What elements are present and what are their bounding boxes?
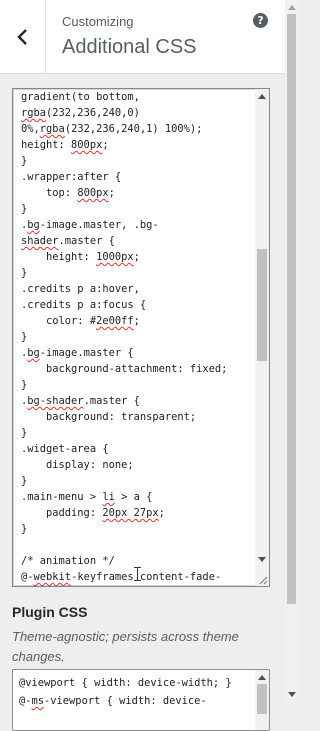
plugin-editor-scroll-thumb[interactable]: [257, 684, 267, 714]
code-line: background-attachment: fixed;: [21, 363, 228, 375]
code-line: display: none;: [21, 459, 134, 471]
code-line: @-ms-viewport { width: device-: [19, 695, 207, 707]
code-line: @viewport { width: device-width; }: [19, 677, 232, 689]
chevron-left-icon: [16, 28, 27, 45]
panel-scroll-thumb[interactable]: [287, 14, 296, 604]
code-line: height: 800px;: [21, 139, 109, 151]
code-line: .widget-area {: [21, 443, 109, 455]
code-line: .credits p a:focus {: [21, 299, 147, 311]
scroll-up-arrow-icon[interactable]: [288, 5, 296, 10]
plugin-editor-scrollbar[interactable]: [255, 670, 269, 730]
additional-css-editor[interactable]: gradient(to bottom, rgba(232,236,240,0) 0%…: [12, 88, 270, 587]
code-line: }: [21, 475, 28, 487]
plugin-css-editor[interactable]: @viewport { width: device-width; } @-ms-v…: [12, 669, 270, 731]
code-line: background: transparent;: [21, 411, 197, 423]
code-line: }: [21, 203, 28, 215]
panel-title: Additional CSS: [62, 36, 197, 58]
code-line: .main-menu > li > a {: [21, 491, 153, 503]
scroll-up-arrow-icon[interactable]: [258, 675, 266, 680]
code-line: .bg-image.master, .bg-: [21, 219, 159, 231]
code-line: color: #2e00ff;: [21, 315, 140, 327]
code-line: }: [21, 267, 28, 279]
scroll-down-arrow-icon[interactable]: [288, 692, 296, 697]
text-cursor-icon: [134, 567, 141, 581]
code-line: }: [21, 427, 28, 439]
code-line: height: 1000px;: [21, 251, 140, 263]
help-icon[interactable]: ?: [253, 13, 268, 28]
code-line: .credits p a:hover,: [21, 283, 140, 295]
customizing-label: Customizing: [62, 14, 134, 29]
plugin-css-title: Plugin CSS: [12, 604, 88, 620]
panel-scrollbar[interactable]: [285, 0, 298, 702]
code-line: .bg-shader.master {: [21, 395, 140, 407]
back-button[interactable]: [0, 0, 46, 73]
code-line: .bg-image.master {: [21, 347, 134, 359]
code-line: .wrapper:after {: [21, 171, 122, 183]
code-line: shader.master {: [21, 235, 115, 247]
scroll-up-arrow-icon[interactable]: [258, 94, 266, 99]
plugin-css-code-lines[interactable]: @viewport { width: device-width; } @-ms-v…: [19, 674, 232, 710]
code-line: }: [21, 155, 28, 167]
code-line: 0%,rgba(232,236,240,1) 100%);: [21, 123, 203, 135]
resize-handle-icon[interactable]: [258, 575, 268, 585]
customizer-header: Customizing Additional CSS ?: [0, 0, 285, 74]
code-line: gradient(to bottom,: [21, 91, 140, 103]
scroll-down-arrow-icon[interactable]: [258, 557, 266, 562]
css-code-lines[interactable]: gradient(to bottom, rgba(232,236,240,0) 0%…: [21, 89, 253, 585]
editor-scroll-thumb[interactable]: [257, 249, 267, 361]
editor-scrollbar[interactable]: [255, 89, 269, 586]
code-line: }: [21, 331, 28, 343]
code-line: top: 800px;: [21, 187, 115, 199]
plugin-css-description: Theme-agnostic; persists across theme ch…: [12, 629, 239, 664]
code-line: padding: 20px 27px;: [21, 507, 165, 519]
code-line: }: [21, 379, 28, 391]
code-line: rgba(232,236,240,0): [21, 107, 140, 119]
code-line: }: [21, 523, 28, 535]
